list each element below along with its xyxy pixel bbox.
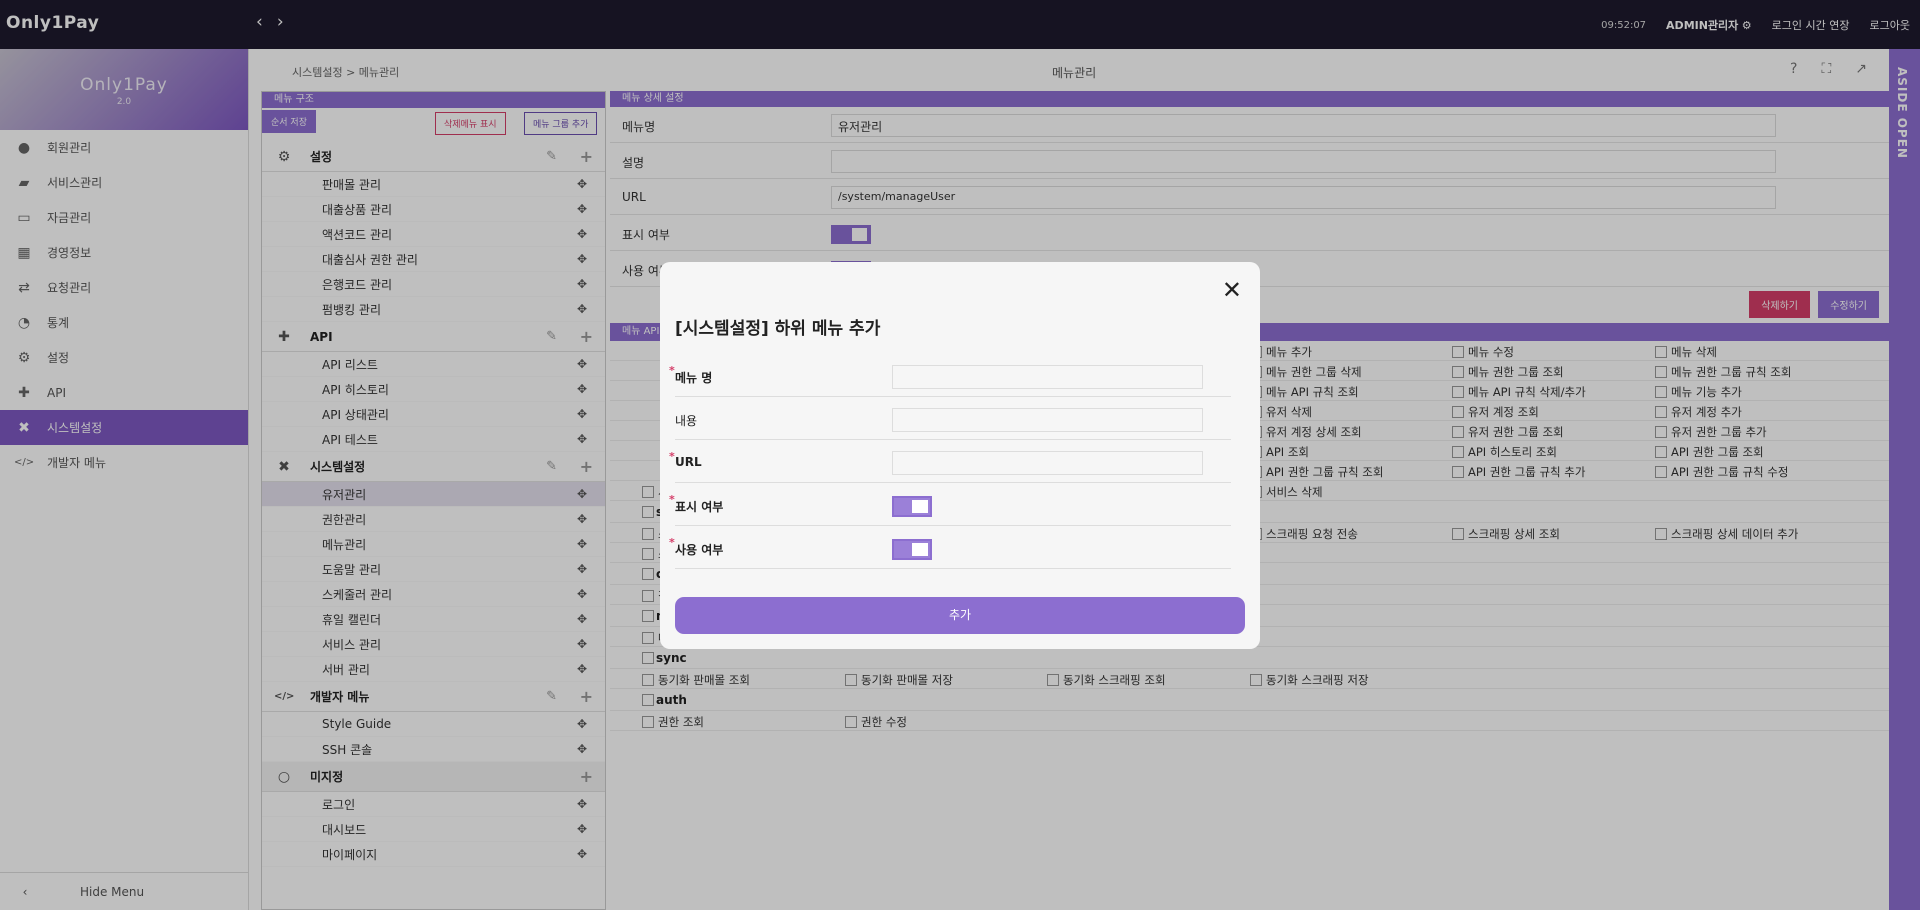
close-icon[interactable]: ✕ [1222,276,1242,304]
add-submenu-modal: ✕ [시스템설정] 하위 메뉴 추가 메뉴 명 내용 URL 표시 여부 사용 … [660,262,1260,649]
modal-title: [시스템설정] 하위 메뉴 추가 [675,319,881,339]
use-toggle[interactable] [892,539,932,560]
menu-name-input[interactable] [892,365,1203,389]
content-input[interactable] [892,408,1203,432]
add-button[interactable]: 추가 [675,597,1245,634]
show-toggle[interactable] [892,496,932,517]
url-input[interactable] [892,451,1203,475]
